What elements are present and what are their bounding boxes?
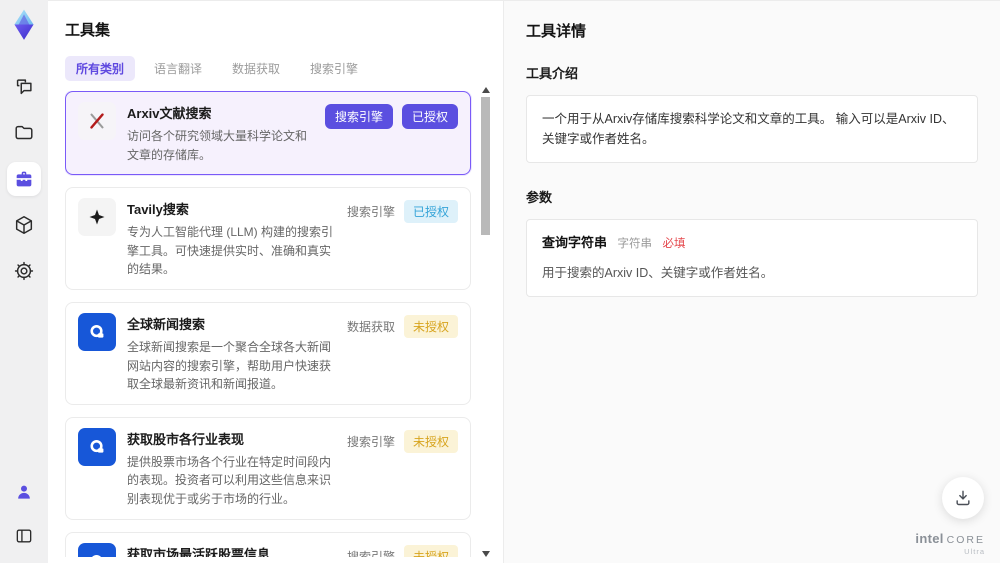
app-window: 工具集 所有类别 语言翻译 数据获取 搜索引擎 Arxiv文献搜索 访问各个研究… [0,0,1000,563]
tool-status-badge: 未授权 [403,429,458,453]
tool-category-badge: 搜索引擎 [324,104,393,129]
tab-all-categories[interactable]: 所有类别 [65,56,136,81]
tool-desc: 专为人工智能代理 (LLM) 构建的搜索引擎工具。可快速提供实时、准确和真实的结… [127,225,334,277]
panel-toggle-icon [16,529,32,543]
tool-card-arxiv[interactable]: Arxiv文献搜索 访问各个研究领域大量科学论文和文章的存储库。 搜索引擎 已授… [65,91,471,176]
sidebar-item-collapse[interactable] [7,519,41,553]
sidebar-item-account[interactable] [7,475,41,509]
tool-status-badge: 未授权 [403,314,458,338]
sidebar-item-tools[interactable] [7,162,41,196]
tool-category-label: 搜索引擎 [346,205,395,220]
param-header: 查询字符串 字符串 必填 [542,233,962,254]
chat-icon [16,79,32,95]
intel-core-logo: intel CORE Ultra [915,530,985,556]
param-type: 字符串 [617,238,653,250]
tool-card-tavily[interactable]: Tavily搜索 专为人工智能代理 (LLM) 构建的搜索引擎工具。可快速提供实… [65,187,471,290]
tool-card-global-news[interactable]: 全球新闻搜索 全球新闻搜索是一个聚合全球各大新闻网站内容的搜索引擎，帮助用户快速… [65,301,471,405]
sidebar-item-settings[interactable] [7,254,41,288]
sidebar-item-files[interactable] [7,116,41,150]
tool-category-label: 搜索引擎 [346,434,395,449]
tab-search-engine[interactable]: 搜索引擎 [299,56,369,81]
sidebar-nav [7,70,41,288]
tab-data-acquisition[interactable]: 数据获取 [221,56,291,81]
gear-icon [14,261,34,281]
tool-title: Arxiv文献搜索 [127,106,212,121]
tool-category-label: 搜索引擎 [346,549,395,557]
scrollbar-up-arrow-icon[interactable] [482,87,490,93]
scrollbar-down-arrow-icon[interactable] [482,551,490,557]
download-icon [956,490,970,506]
intel-brand-text: intel [915,531,944,547]
tool-desc: 提供股票市场各个行业在特定时间段内的表现。投资者可以利用这些信息来识别表现优于或… [127,454,332,506]
intro-text-box: 一个用于从Arxiv存储库搜索科学论文和文章的工具。 输入可以是Arxiv ID… [526,95,978,163]
tool-category-label: 数据获取 [346,319,395,334]
tool-status-badge: 已授权 [401,104,458,129]
param-required-flag: 必填 [662,238,686,250]
tavily-sparkle-icon [78,198,116,237]
toolbox-icon [16,171,32,187]
tool-list: Arxiv文献搜索 访问各个研究领域大量科学论文和文章的存储库。 搜索引擎 已授… [65,91,503,557]
scrollbar-thumb[interactable] [481,97,490,235]
sidebar-item-chat[interactable] [7,70,41,104]
tab-language-translation[interactable]: 语言翻译 [143,56,213,81]
params-heading: 参数 [526,190,553,205]
intro-heading: 工具介绍 [526,66,579,81]
page-title: 工具集 [65,22,111,39]
param-name: 查询字符串 [542,235,608,250]
sidebar [0,0,48,563]
tool-card-most-active-stocks[interactable]: 获取市场最活跃股票信息 提供当天交易量最高的股票列表，投资者可以利用这些信息来识… [65,531,471,557]
detail-title: 工具详情 [526,23,587,40]
stocks-blue-logo-icon [78,427,116,466]
arxiv-logo-icon [78,102,116,140]
cube-icon [15,216,33,234]
tool-list-panel: 工具集 所有类别 语言翻译 数据获取 搜索引擎 Arxiv文献搜索 访问各个研究… [48,0,503,563]
scrollbar[interactable] [481,87,490,557]
tool-title: 获取市场最活跃股票信息 [127,546,271,557]
app-logo-icon[interactable] [7,8,41,42]
param-box: 查询字符串 字符串 必填 用于搜索的Arxiv ID、关键字或作者姓名。 [526,219,978,297]
news-blue-logo-icon [78,312,116,351]
category-tabs: 所有类别 语言翻译 数据获取 搜索引擎 [65,56,503,81]
sidebar-item-packages[interactable] [7,208,41,242]
tool-detail-panel: 工具详情 工具介绍 一个用于从Arxiv存储库搜索科学论文和文章的工具。 输入可… [503,0,1000,563]
tool-card-sector-performance[interactable]: 获取股市各行业表现 提供股票市场各个行业在特定时间段内的表现。投资者可以利用这些… [65,416,471,520]
tool-title: Tavily搜索 [127,202,189,218]
param-desc: 用于搜索的Arxiv ID、关键字或作者姓名。 [542,265,774,280]
tool-title: 全球新闻搜索 [127,316,206,332]
tool-desc: 访问各个研究领域大量科学论文和文章的存储库。 [127,129,308,162]
download-button[interactable] [942,477,984,519]
user-avatar-icon [18,485,30,499]
stocks-blue-logo-icon [78,542,116,557]
tool-status-badge: 已授权 [403,200,458,224]
tool-title: 获取股市各行业表现 [127,431,245,447]
tool-status-badge: 未授权 [403,544,458,557]
intel-core-text: CORE [946,534,985,547]
intel-sub-text: Ultra [964,546,985,556]
sidebar-bottom [7,475,41,553]
tool-desc: 全球新闻搜索是一个聚合全球各大新闻网站内容的搜索引擎，帮助用户快速获取全球最新资… [127,339,332,392]
folder-icon [15,125,33,140]
